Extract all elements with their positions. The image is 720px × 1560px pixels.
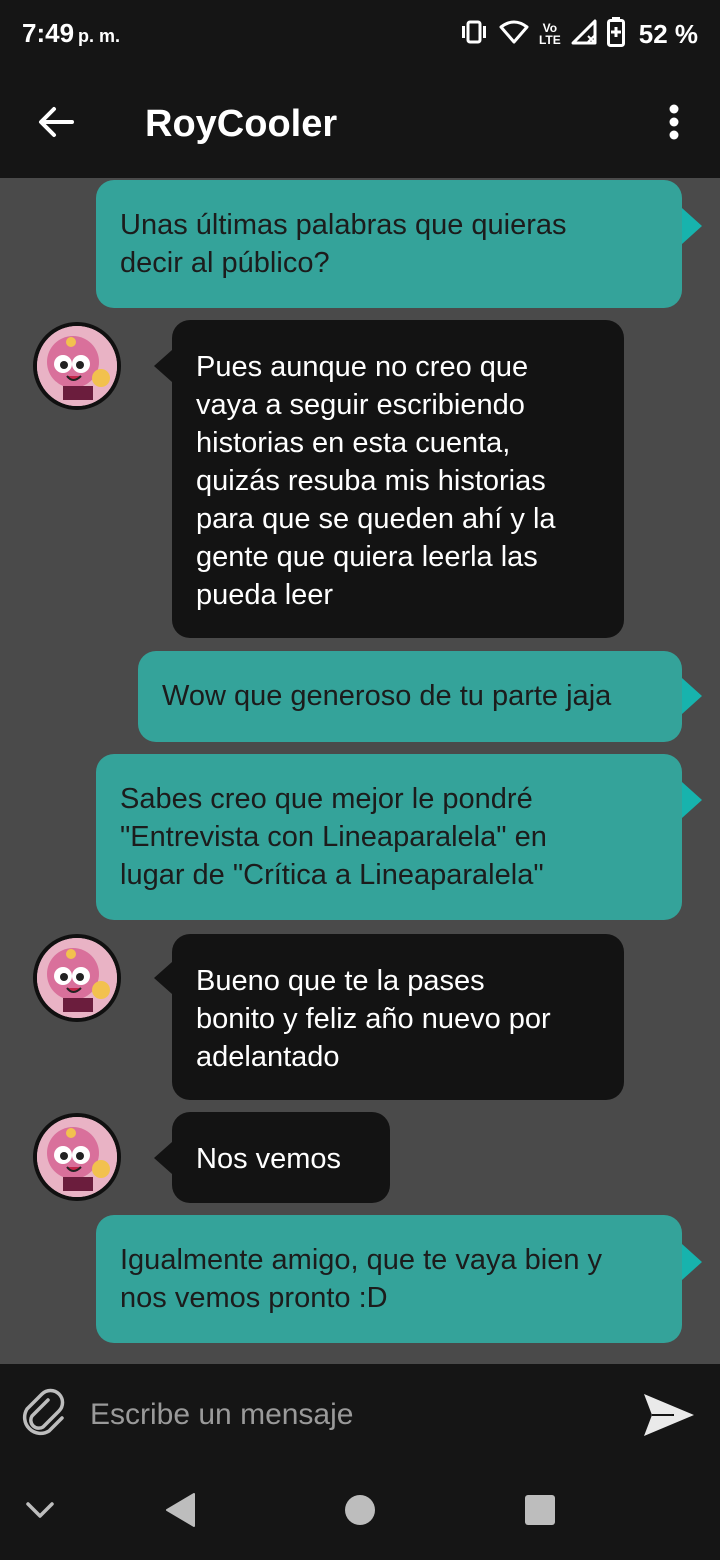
bubble-tail [682, 1244, 702, 1280]
chat-title: RoyCooler [145, 103, 338, 145]
status-bar: 7:49 p. m. Vo LTE 52 % [0, 0, 720, 70]
battery-percent: 52 % [638, 18, 698, 49]
message-line: decir al público? [120, 247, 330, 279]
message-line: pueda leer [196, 579, 334, 611]
status-time: 7:49 p. m. [22, 18, 120, 49]
back-button[interactable] [30, 98, 82, 150]
avatar-image [37, 938, 117, 1018]
message-line: vaya a seguir escribiendo [196, 389, 525, 421]
message-line: Pues aunque no creo que [196, 351, 529, 383]
vibrate-icon [459, 20, 489, 49]
nav-home-button[interactable] [338, 1492, 382, 1532]
bubble-tail [682, 678, 702, 714]
send-icon [640, 1394, 698, 1448]
bubble-tail [154, 962, 172, 994]
avatar[interactable] [33, 322, 121, 410]
bubble-tail [154, 350, 172, 382]
message-line: bonito y feliz año nuevo por [196, 1003, 551, 1035]
bubble-tail [682, 782, 702, 818]
wifi-icon [499, 20, 529, 49]
message-sent[interactable]: Wow que generoso de tu parte jaja [138, 651, 682, 742]
arrow-left-icon [38, 106, 74, 143]
message-sent[interactable]: Igualmente amigo, que te vaya bien y nos… [96, 1215, 682, 1343]
attach-button[interactable] [18, 1388, 70, 1440]
battery-icon [606, 16, 625, 52]
avatar[interactable] [33, 934, 121, 1022]
avatar-image [37, 1117, 117, 1197]
message-sent[interactable]: Sabes creo que mejor le pondré "Entrevis… [96, 754, 682, 920]
recents-square-icon [524, 1494, 556, 1531]
message-line: adelantado [196, 1041, 340, 1073]
message-sent[interactable]: Unas últimas palabras que quieras decir … [96, 180, 682, 308]
status-clock: 7:49 [22, 18, 75, 48]
more-options-button[interactable] [654, 98, 694, 150]
status-ampm: p. m. [78, 26, 121, 46]
app-bar: RoyCooler [0, 70, 720, 178]
volte-indicator: Vo LTE [539, 22, 561, 46]
nav-back-button[interactable] [158, 1492, 202, 1532]
message-line: para que se queden ahí y la [196, 503, 556, 535]
message-line: Bueno que te la pases [196, 965, 485, 997]
more-vertical-icon [669, 104, 679, 145]
bubble-tail [682, 208, 702, 244]
message-received[interactable]: Bueno que te la pases bonito y feliz año… [172, 934, 624, 1100]
message-line: lugar de "Crítica a Lineaparalela" [120, 859, 544, 891]
volte-bottom: LTE [538, 33, 561, 47]
message-received[interactable]: Pues aunque no creo que vaya a seguir es… [172, 320, 624, 638]
avatar-image [37, 326, 117, 406]
send-button[interactable] [640, 1386, 698, 1444]
chat-messages: Unas últimas palabras que quieras decir … [0, 178, 720, 1364]
message-line: gente que quiera leerla las [196, 541, 538, 573]
status-icons: Vo LTE 52 % [459, 16, 698, 52]
cell-signal-icon [571, 19, 597, 50]
paperclip-icon [18, 1388, 70, 1444]
system-nav-bar [0, 1464, 720, 1560]
message-line: Unas últimas palabras que quieras [120, 209, 567, 241]
nav-hide-keyboard-button[interactable] [18, 1492, 62, 1532]
avatar[interactable] [33, 1113, 121, 1201]
message-input[interactable] [88, 1390, 612, 1440]
chevron-down-icon [25, 1500, 55, 1525]
message-line: quizás resuba mis historias [196, 465, 546, 497]
message-input-bar [0, 1364, 720, 1464]
message-line: Nos vemos [196, 1143, 342, 1175]
back-triangle-icon [164, 1492, 196, 1533]
nav-recents-button[interactable] [518, 1492, 562, 1532]
message-line: Wow que generoso de tu parte jaja [162, 680, 612, 712]
message-line: "Entrevista con Lineaparalela" en [120, 821, 547, 853]
message-line: historias en esta cuenta, [196, 427, 511, 459]
message-line: nos vemos pronto :D [120, 1282, 388, 1314]
message-line: Sabes creo que mejor le pondré [120, 783, 533, 815]
message-line: Igualmente amigo, que te vaya bien y [120, 1244, 603, 1276]
bubble-tail [154, 1142, 172, 1174]
message-received[interactable]: Nos vemos [172, 1112, 390, 1203]
home-circle-icon [344, 1494, 376, 1531]
